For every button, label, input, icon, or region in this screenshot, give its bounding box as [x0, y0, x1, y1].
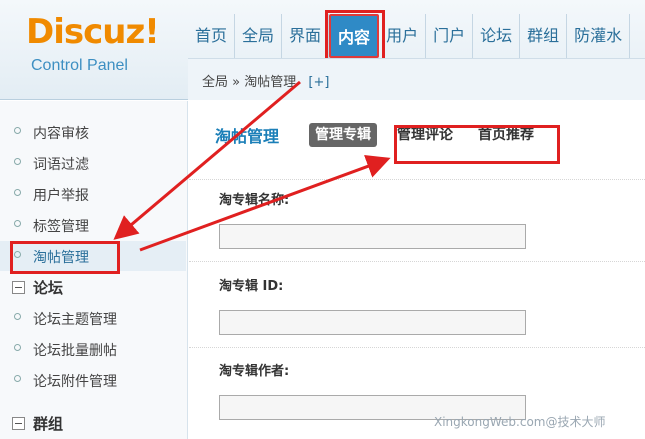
nav-item-home[interactable]: 首页	[188, 14, 236, 58]
add-shortcut-button[interactable]: [+]	[308, 75, 329, 90]
sidebar-item-label: 内容审核	[33, 126, 89, 142]
breadcrumb-current: 淘帖管理	[244, 75, 297, 90]
sidebar-item-label: 标签管理	[33, 219, 89, 235]
top-nav: 首页 全局 界面 内容 用户 门户 论坛 群组 防灌水	[188, 14, 631, 58]
tab-manage-albums[interactable]: 管理专辑	[309, 123, 377, 147]
sidebar-item-tag-management[interactable]: 标签管理	[0, 210, 186, 240]
sidebar-item-label: 论坛批量删帖	[33, 343, 117, 359]
nav-item-group[interactable]: 群组	[520, 14, 568, 58]
album-name-input[interactable]	[219, 224, 526, 249]
tab-highlight-box	[394, 125, 560, 164]
sidebar-item-label: 论坛主题管理	[33, 312, 117, 328]
sidebar-group-forum[interactable]: 论坛	[0, 272, 186, 302]
sidebar-item-forum-attachments[interactable]: 论坛附件管理	[0, 365, 186, 395]
nav-item-portal[interactable]: 门户	[426, 14, 474, 58]
sidebar-group-groups[interactable]: 群组	[0, 408, 186, 438]
logo[interactable]: Discuz! Control Panel	[0, 0, 188, 100]
logo-bang: !	[144, 12, 159, 52]
breadcrumb-separator: »	[232, 75, 241, 90]
sidebar-item-forum-threads[interactable]: 论坛主题管理	[0, 303, 186, 333]
sidebar-item-content-review[interactable]: 内容审核	[0, 117, 186, 147]
sidebar-item-word-filter[interactable]: 词语过滤	[0, 148, 186, 178]
bullet-icon	[14, 189, 21, 196]
sidebar-highlight-box	[10, 241, 120, 274]
sidebar-item-user-reports[interactable]: 用户举报	[0, 179, 186, 209]
bullet-icon	[14, 127, 21, 134]
album-author-label: 淘专辑作者:	[219, 364, 290, 379]
breadcrumb: 全局 » 淘帖管理 [+]	[202, 71, 329, 90]
watermark: XingkongWeb.com@技术大师	[434, 415, 606, 429]
sidebar-item-forum-batch-delete[interactable]: 论坛批量删帖	[0, 334, 186, 364]
divider	[189, 179, 645, 180]
sidebar-group-label: 论坛	[33, 279, 64, 297]
bullet-icon	[14, 344, 21, 351]
sidebar-item-label: 词语过滤	[33, 157, 89, 173]
album-id-input[interactable]	[219, 310, 526, 335]
sidebar-item-label: 用户举报	[33, 188, 89, 204]
breadcrumb-root[interactable]: 全局	[202, 75, 228, 90]
nav-item-interface[interactable]: 界面	[282, 14, 330, 58]
bullet-icon	[14, 313, 21, 320]
collapse-icon[interactable]	[12, 281, 25, 294]
album-name-label: 淘专辑名称:	[219, 193, 290, 208]
logo-subtitle: Control Panel	[31, 57, 128, 74]
logo-text: Discuz!	[26, 12, 160, 52]
page-title: 淘帖管理	[215, 127, 280, 146]
nav-item-global[interactable]: 全局	[235, 14, 283, 58]
logo-main: Discuz	[26, 12, 145, 52]
divider	[189, 347, 645, 348]
bullet-icon	[14, 220, 21, 227]
breadcrumb-bar: 全局 » 淘帖管理 [+]	[188, 58, 645, 100]
sidebar-group-label: 群组	[33, 415, 64, 433]
nav-item-users[interactable]: 用户	[379, 14, 427, 58]
collapse-icon[interactable]	[12, 417, 25, 430]
nav-item-antispam[interactable]: 防灌水	[567, 14, 631, 58]
divider	[189, 261, 645, 262]
nav-item-forum[interactable]: 论坛	[473, 14, 521, 58]
sidebar-item-label: 论坛附件管理	[33, 374, 117, 390]
bullet-icon	[14, 158, 21, 165]
bullet-icon	[14, 375, 21, 382]
album-id-label: 淘专辑 ID:	[219, 279, 284, 294]
